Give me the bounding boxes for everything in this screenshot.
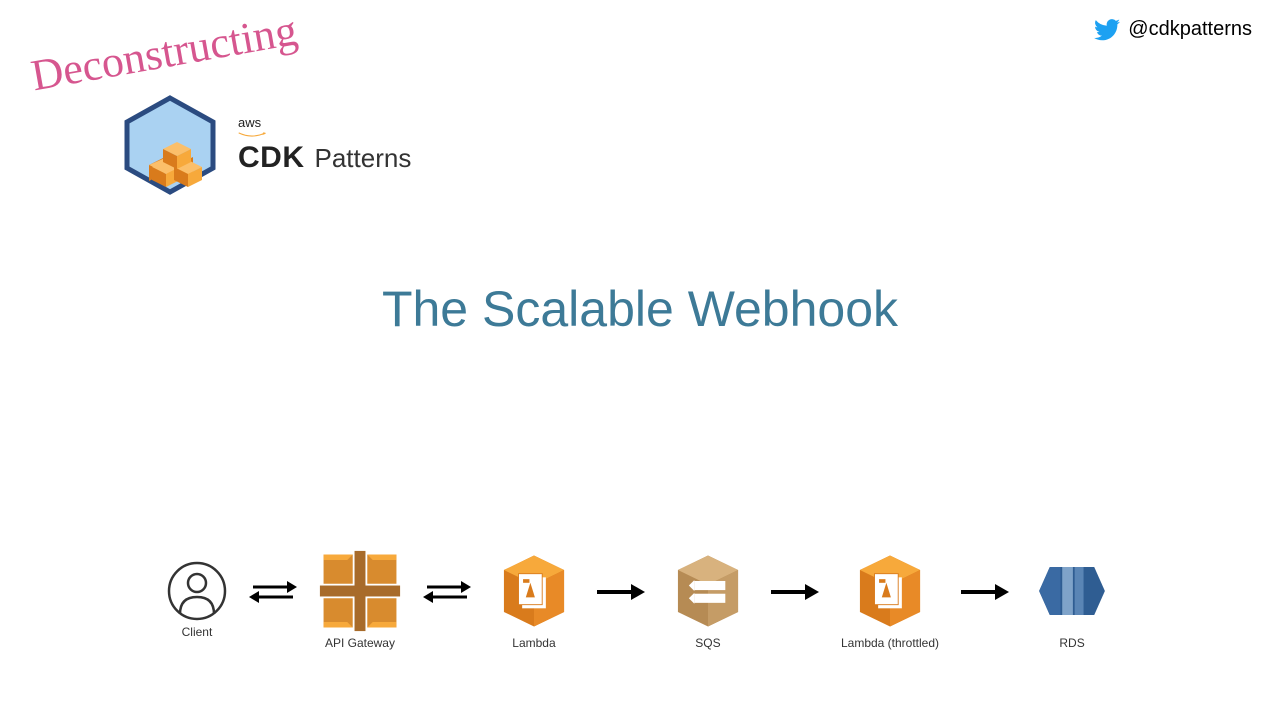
aws-label: aws: [238, 116, 411, 130]
node-sqs-label: SQS: [695, 636, 720, 650]
node-lambda-throttled: Lambda (throttled): [841, 550, 939, 650]
arrow-right-icon: [595, 577, 647, 607]
deconstructing-tagline: Deconstructing: [28, 8, 300, 98]
arrow-bidirectional-icon: [421, 577, 473, 607]
twitter-handle[interactable]: @cdkpatterns: [1094, 18, 1252, 41]
arrow-right-icon: [769, 577, 821, 607]
patterns-text: Patterns: [315, 145, 412, 172]
cdk-text: CDK: [238, 142, 305, 174]
lambda-icon: [493, 550, 575, 632]
node-lambda-label: Lambda: [512, 636, 555, 650]
client-icon: [167, 561, 227, 621]
cdk-hexagon-icon: [120, 95, 220, 195]
node-client: Client: [167, 561, 227, 639]
architecture-flow: Client API: [0, 550, 1280, 650]
lambda-icon: [849, 550, 931, 632]
twitter-icon: [1094, 19, 1120, 41]
page-title: The Scalable Webhook: [0, 280, 1280, 338]
node-lambda: Lambda: [493, 550, 575, 650]
node-api-gateway: API Gateway: [319, 550, 401, 650]
node-lambda-throttled-label: Lambda (throttled): [841, 636, 939, 650]
node-rds-label: RDS: [1059, 636, 1084, 650]
api-gateway-icon: [319, 550, 401, 632]
node-sqs: SQS: [667, 550, 749, 650]
logo-text: aws CDK Patterns: [238, 116, 411, 173]
cdk-patterns-logo: aws CDK Patterns: [120, 95, 411, 195]
aws-smile-icon: [238, 132, 266, 138]
sqs-icon: [667, 550, 749, 632]
rds-icon: [1031, 550, 1113, 632]
twitter-handle-text: @cdkpatterns: [1128, 18, 1252, 41]
arrow-right-icon: [959, 577, 1011, 607]
node-api-gateway-label: API Gateway: [325, 636, 395, 650]
arrow-bidirectional-icon: [247, 577, 299, 607]
node-client-label: Client: [182, 625, 213, 639]
node-rds: RDS: [1031, 550, 1113, 650]
